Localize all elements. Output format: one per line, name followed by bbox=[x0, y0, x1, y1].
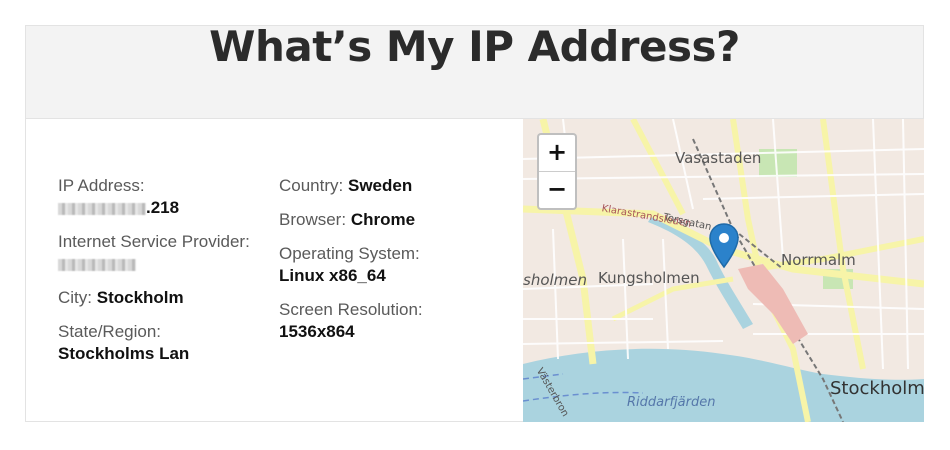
map-label-norrmalm: Norrmalm bbox=[781, 251, 856, 269]
page-title: What’s My IP Address? bbox=[209, 22, 740, 71]
country-value: Sweden bbox=[347, 176, 413, 195]
details-column-right: Country: Sweden Browser: Chrome Operatin… bbox=[279, 175, 509, 355]
resolution-field: Screen Resolution: 1536x864 bbox=[279, 299, 509, 343]
state-label: State/Region: bbox=[58, 322, 162, 341]
country-field: Country: Sweden bbox=[279, 175, 509, 197]
browser-label: Browser: bbox=[279, 210, 347, 229]
city-label: City: bbox=[58, 288, 92, 307]
zoom-out-button[interactable]: − bbox=[539, 172, 575, 208]
ip-address-suffix: .218 bbox=[146, 198, 180, 217]
redacted-isp-value bbox=[58, 258, 136, 271]
city-field: City: Stockholm bbox=[58, 287, 258, 309]
ip-info-card: What’s My IP Address? IP Address: .218 I… bbox=[25, 22, 924, 422]
city-value: Stockholm bbox=[96, 288, 184, 307]
browser-value: Chrome bbox=[350, 210, 416, 229]
map-label-kungsholmen: Kungsholmen bbox=[598, 269, 700, 287]
country-label: Country: bbox=[279, 176, 344, 195]
header-bar: What’s My IP Address? bbox=[26, 22, 923, 119]
location-map[interactable]: Vasastaden Kungsholmen sholmen Norrmalm … bbox=[523, 119, 924, 422]
redacted-ip-prefix bbox=[58, 202, 146, 215]
browser-field: Browser: Chrome bbox=[279, 209, 509, 231]
map-label-stockholm: Stockholm bbox=[830, 378, 924, 399]
isp-field: Internet Service Provider: bbox=[58, 231, 258, 275]
isp-label: Internet Service Provider: bbox=[58, 232, 250, 251]
ip-address-field: IP Address: .218 bbox=[58, 175, 258, 219]
zoom-in-button[interactable]: + bbox=[539, 135, 575, 172]
os-field: Operating System: Linux x86_64 bbox=[279, 243, 509, 287]
os-value: Linux x86_64 bbox=[279, 266, 386, 285]
map-label-vasastaden: Vasastaden bbox=[675, 149, 762, 167]
state-value: Stockholms Lan bbox=[58, 344, 190, 363]
details-column-left: IP Address: .218 Internet Service Provid… bbox=[58, 175, 258, 377]
location-pin-icon[interactable] bbox=[709, 223, 739, 269]
os-label: Operating System: bbox=[279, 244, 420, 263]
map-zoom-control: + − bbox=[537, 133, 577, 210]
ip-details-panel: IP Address: .218 Internet Service Provid… bbox=[26, 119, 523, 422]
map-label-riddarfjarden: Riddarfjärden bbox=[627, 395, 716, 410]
resolution-value: 1536x864 bbox=[279, 322, 355, 341]
ip-address-label: IP Address: bbox=[58, 176, 145, 195]
resolution-label: Screen Resolution: bbox=[279, 300, 423, 319]
map-label-kungsholmen-cut: sholmen bbox=[523, 271, 588, 289]
state-field: State/Region: Stockholms Lan bbox=[58, 321, 258, 365]
